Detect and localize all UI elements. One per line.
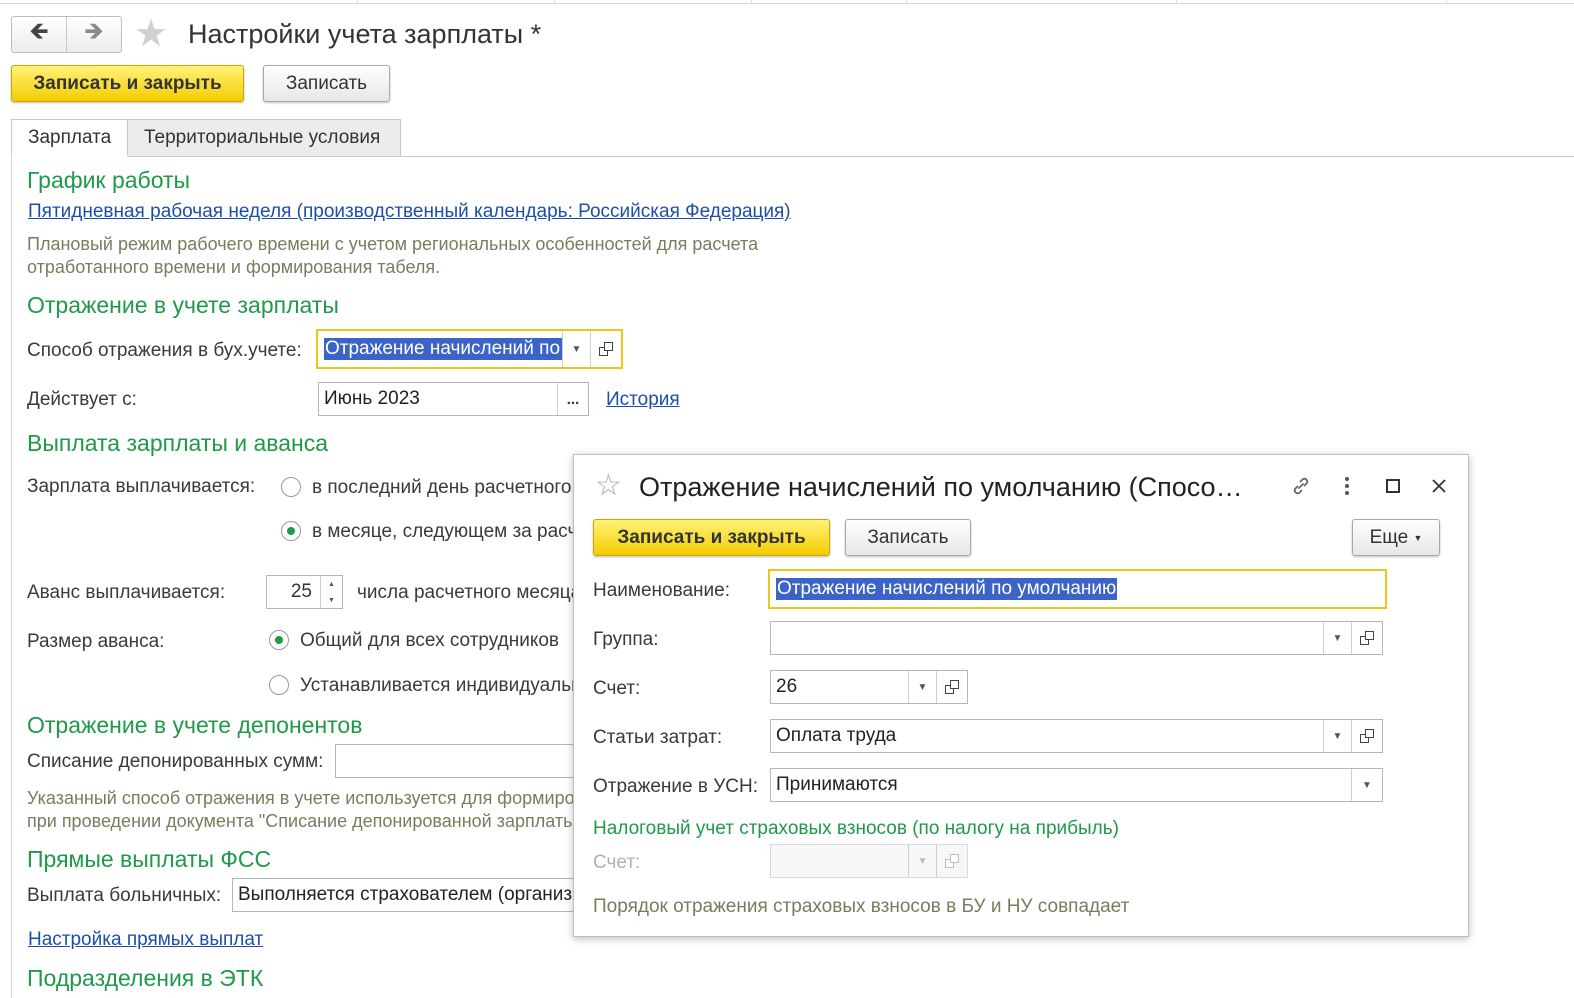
advance-option-individual: Устанавливается индивидуально: [300, 675, 593, 696]
tab-salary[interactable]: Зарплата: [11, 119, 128, 157]
advance-day-value: 25: [290, 581, 312, 602]
tax-account-field: ▼: [770, 844, 968, 878]
sick-pay-field[interactable]: Выполняется страхователем (организацией): [232, 878, 592, 912]
dialog-save-and-close-button[interactable]: Записать и закрыть: [593, 519, 830, 556]
name-value: Отражение начислений по умолчанию: [776, 578, 1118, 600]
account-label: Счет:: [593, 678, 641, 699]
sick-pay-label: Выплата больничных:: [27, 885, 222, 906]
effective-field[interactable]: Июнь 2023 ...: [318, 382, 589, 416]
costs-label: Статьи затрат:: [593, 727, 723, 748]
dialog-save-button[interactable]: Записать: [845, 519, 971, 556]
open-icon[interactable]: [1351, 622, 1382, 654]
open-icon: [936, 845, 967, 877]
effective-value: Июнь 2023: [324, 388, 420, 409]
writeoff-value: [336, 745, 594, 777]
deponents-note-line2: при проведении документа "Списание депон…: [27, 811, 583, 831]
writeoff-label: Списание депонированных сумм:: [27, 751, 324, 772]
chevron-down-icon[interactable]: ▼: [562, 331, 590, 367]
group-value: [771, 622, 1323, 654]
fss-heading: Прямые выплаты ФСС: [27, 846, 272, 872]
name-field[interactable]: Отражение начислений по умолчанию: [768, 569, 1387, 609]
deponents-heading: Отражение в учете депонентов: [27, 712, 363, 738]
chevron-down-icon[interactable]: ▼: [1351, 769, 1382, 801]
content-left-border: [11, 156, 12, 998]
chevron-down-icon[interactable]: ▼: [1323, 622, 1351, 654]
method-label: Способ отражения в бух.учете:: [27, 340, 302, 361]
back-button[interactable]: 🡸: [12, 17, 66, 52]
salary-radio-next-month[interactable]: [281, 521, 301, 541]
group-field[interactable]: ▼: [770, 621, 1383, 655]
stepper-up-icon[interactable]: ▲: [321, 576, 342, 592]
account-field[interactable]: 26 ▼: [770, 670, 968, 704]
top-divider: [0, 0, 1574, 4]
advance-label: Аванс выплачивается:: [27, 582, 226, 603]
usn-value: Принимаются: [776, 774, 898, 795]
dialog-more-button[interactable]: Еще ▼: [1352, 519, 1440, 556]
dialog-footer-note: Порядок отражения страховых взносов в БУ…: [593, 896, 1130, 917]
caret-down-icon: ▼: [1413, 532, 1423, 543]
open-icon[interactable]: [590, 331, 621, 367]
history-link[interactable]: История: [606, 388, 680, 412]
open-icon[interactable]: [936, 671, 967, 703]
schedule-link[interactable]: Пятидневная рабочая неделя (производстве…: [28, 200, 791, 224]
advance-day-stepper[interactable]: 25 ▲ ▼: [266, 575, 343, 609]
tax-account-value: [771, 845, 908, 877]
account-value: 26: [776, 676, 798, 697]
dialog-title: Отражение начислений по умолчанию (Спосо…: [639, 472, 1243, 502]
open-icon[interactable]: [1351, 720, 1382, 752]
reflection-heading: Отражение в учете зарплаты: [27, 292, 339, 318]
nav-buttons: 🡸 🡺: [11, 16, 122, 53]
salary-paid-label: Зарплата выплачивается:: [27, 476, 256, 497]
chevron-down-icon[interactable]: ▼: [908, 671, 936, 703]
schedule-note-line2: отработанного времени и формирования таб…: [27, 257, 441, 277]
method-field[interactable]: Отражение начислений по умолчанию ▼: [316, 329, 623, 369]
select-dots-icon[interactable]: ...: [557, 383, 588, 415]
advance-option-common: Общий для всех сотрудников: [300, 630, 560, 651]
star-icon[interactable]: ☆: [595, 469, 622, 503]
advance-suffix: числа расчетного месяца: [357, 582, 582, 603]
method-value: Отражение начислений по умолчанию: [324, 338, 562, 360]
accrual-reflection-dialog: ☆ Отражение начислений по умолчанию (Спо…: [573, 454, 1469, 937]
usn-label: Отражение в УСН:: [593, 776, 759, 797]
advance-size-label: Размер аванса:: [27, 631, 165, 652]
schedule-heading: График работы: [27, 167, 191, 193]
vertical-dots-icon[interactable]: [1334, 469, 1360, 503]
tax-section-heading: Налоговый учет страховых взносов (по нал…: [593, 818, 1119, 839]
costs-field[interactable]: Оплата труда ▼: [770, 719, 1383, 753]
maximize-icon[interactable]: [1380, 469, 1406, 503]
arrow-right-icon: 🡺: [84, 18, 104, 45]
writeoff-field[interactable]: [335, 744, 595, 778]
usn-field[interactable]: Принимаются ▼: [770, 768, 1383, 802]
group-label: Группа:: [593, 629, 659, 650]
salary-radio-last-day[interactable]: [281, 477, 301, 497]
tax-account-label: Счет:: [593, 852, 641, 873]
chevron-down-icon[interactable]: ▼: [1323, 720, 1351, 752]
save-button[interactable]: Записать: [263, 65, 390, 102]
link-icon[interactable]: [1286, 469, 1316, 503]
etk-heading: Подразделения в ЭТК: [27, 965, 264, 991]
effective-label: Действует с:: [27, 389, 137, 410]
page-title: Настройки учета зарплаты *: [188, 19, 542, 49]
arrow-left-icon: 🡸: [29, 18, 49, 45]
forward-button[interactable]: 🡺: [66, 17, 121, 52]
sick-pay-value: Выполняется страхователем (организацией): [238, 884, 591, 905]
schedule-note-line1: Плановый режим рабочего времени с учетом…: [27, 234, 759, 254]
advance-radio-common[interactable]: [269, 630, 289, 650]
costs-value: Оплата труда: [776, 725, 897, 746]
save-and-close-button[interactable]: Записать и закрыть: [11, 65, 244, 102]
payment-heading: Выплата зарплаты и аванса: [27, 430, 329, 456]
star-icon[interactable]: ★: [134, 14, 168, 54]
chevron-down-icon: ▼: [908, 845, 936, 877]
direct-payments-settings-link[interactable]: Настройка прямых выплат: [28, 928, 263, 952]
advance-radio-individual[interactable]: [269, 675, 289, 695]
more-label: Еще: [1369, 526, 1409, 548]
close-icon[interactable]: [1426, 469, 1452, 503]
name-label: Наименование:: [593, 580, 730, 601]
stepper-down-icon[interactable]: ▼: [321, 592, 342, 608]
tab-territorial-conditions[interactable]: Территориальные условия: [127, 119, 401, 157]
